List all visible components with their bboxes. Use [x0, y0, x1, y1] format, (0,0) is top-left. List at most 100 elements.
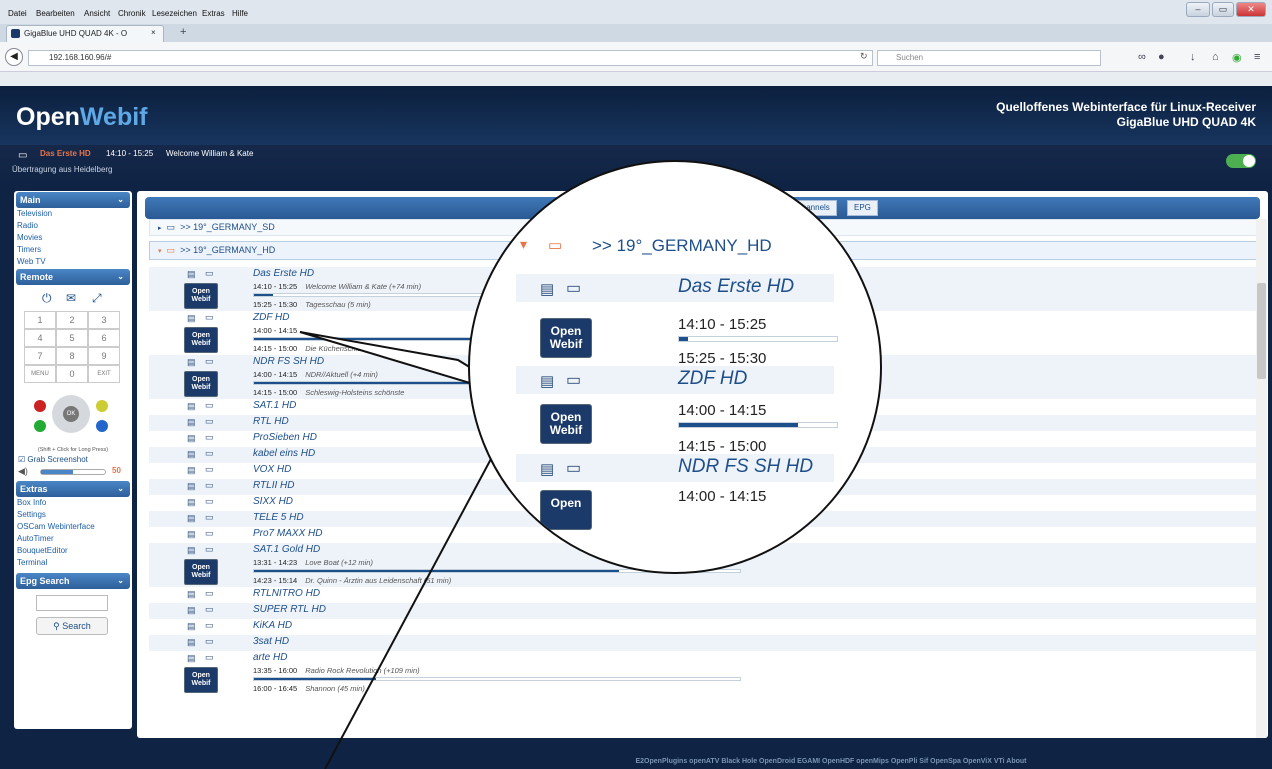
sidebar-item-timers[interactable]: Timers — [14, 244, 132, 256]
current-channel[interactable]: Das Erste HD — [40, 149, 91, 158]
epg-list-icon[interactable]: ▤ — [187, 433, 196, 444]
sidebar-item-radio[interactable]: Radio — [14, 220, 132, 232]
channel-logo[interactable]: Open Webif — [184, 559, 218, 585]
pocket-icon[interactable]: ● — [1158, 51, 1165, 63]
tv-icon[interactable]: ▭ — [205, 416, 214, 427]
epg-list-icon[interactable]: ▤ — [187, 545, 196, 556]
tv-icon[interactable]: ▭ — [205, 512, 214, 523]
epg-search-button[interactable]: ⚲ Search — [36, 617, 108, 635]
footer-links[interactable]: E2OpenPlugins openATV Black Hole OpenDro… — [0, 755, 1272, 769]
key-3[interactable]: 3 — [88, 311, 120, 329]
channel-name[interactable]: Das Erste HD — [253, 268, 314, 279]
key-4[interactable]: 4 — [24, 329, 56, 347]
sidebar-item-boxinfo[interactable]: Box Info — [14, 497, 132, 509]
channel-logo[interactable]: Open Webif — [184, 283, 218, 309]
menu-help[interactable]: Hilfe — [232, 9, 248, 18]
new-tab-icon[interactable]: + — [180, 26, 186, 38]
sidebar-item-webtv[interactable]: Web TV — [14, 256, 132, 268]
sidebar-item-bouqueteditor[interactable]: BouquetEditor — [14, 545, 132, 557]
epg-search-input[interactable] — [36, 595, 108, 611]
search-field[interactable]: Suchen — [877, 50, 1101, 66]
grab-screenshot[interactable]: ☑ Grab Screenshot — [14, 455, 132, 464]
tv-icon[interactable]: ▭ — [205, 480, 214, 491]
channel-name[interactable]: RTLII HD — [253, 480, 295, 491]
addon-icon[interactable]: ◉ — [1232, 51, 1242, 64]
expand-icon[interactable]: ⤢ — [92, 291, 102, 306]
channel-name[interactable]: KiKA HD — [253, 620, 292, 631]
download-icon[interactable]: ↓ — [1190, 51, 1196, 63]
key-8[interactable]: 8 — [56, 347, 88, 365]
channel-name[interactable]: arte HD — [253, 652, 287, 663]
tv-icon[interactable]: ▭ — [205, 464, 214, 475]
channel-logo[interactable]: Open Webif — [184, 327, 218, 353]
key-5[interactable]: 5 — [56, 329, 88, 347]
epg-list-icon[interactable]: ▤ — [187, 269, 196, 280]
key-exit[interactable]: EXIT — [88, 365, 120, 383]
key-2[interactable]: 2 — [56, 311, 88, 329]
mail-icon[interactable]: ✉ — [66, 291, 76, 305]
channel-name[interactable]: TELE 5 HD — [253, 512, 304, 523]
epg-list-icon[interactable]: ▤ — [540, 460, 554, 478]
tv-icon[interactable]: ▭ — [205, 652, 214, 663]
menu-file[interactable]: Datei — [8, 9, 27, 18]
key-1[interactable]: 1 — [24, 311, 56, 329]
tv-icon[interactable]: ▭ — [205, 312, 214, 323]
tv-icon[interactable]: ▭ — [205, 496, 214, 507]
sidebar-item-oscam[interactable]: OSCam Webinterface — [14, 521, 132, 533]
tv-icon[interactable]: ▭ — [205, 432, 214, 443]
tv-icon[interactable]: ▭ — [205, 356, 214, 367]
tv-icon[interactable]: ▭ — [566, 458, 581, 478]
channel-logo[interactable]: Open Webif — [540, 318, 592, 358]
epg-list-icon[interactable]: ▤ — [187, 621, 196, 632]
url-field[interactable]: 192.168.160.96/# — [28, 50, 873, 66]
epg-list-icon[interactable]: ▤ — [187, 357, 196, 368]
reload-icon[interactable]: ↻ — [860, 51, 868, 62]
tv-icon[interactable]: ▭ — [205, 268, 214, 279]
speaker-icon[interactable]: ◀) — [18, 466, 28, 477]
menu-extras[interactable]: Extras — [202, 9, 225, 18]
tv-icon[interactable]: ▭ — [205, 636, 214, 647]
sidebar-item-television[interactable]: Television — [14, 208, 132, 220]
epg-list-icon[interactable]: ▤ — [187, 481, 196, 492]
key-menu[interactable]: MENU — [24, 365, 56, 383]
epg-list-icon[interactable]: ▤ — [540, 372, 554, 390]
channel-name[interactable]: 3sat HD — [253, 636, 289, 647]
blue-button[interactable] — [96, 420, 108, 432]
channel-name[interactable]: RTL HD — [253, 416, 289, 427]
sidebar-extras-header[interactable]: Extras ⌄ — [16, 481, 130, 497]
checkbox-icon[interactable]: ☑ — [18, 455, 25, 464]
sidebar-item-terminal[interactable]: Terminal — [14, 557, 132, 569]
channel-logo[interactable]: Open — [540, 490, 592, 530]
mag-ch2[interactable]: ZDF HD — [678, 368, 747, 390]
epg-list-icon[interactable]: ▤ — [187, 637, 196, 648]
key-7[interactable]: 7 — [24, 347, 56, 365]
close-tab-icon[interactable]: × — [151, 28, 156, 37]
scrollbar-thumb[interactable] — [1257, 283, 1266, 379]
power-icon[interactable]: ⏻ — [42, 291, 52, 306]
maximize-button[interactable]: ▭ — [1212, 2, 1234, 17]
ok-button[interactable]: OK — [63, 406, 79, 422]
channel-name[interactable]: SUPER RTL HD — [253, 604, 326, 615]
epg-list-icon[interactable]: ▤ — [187, 417, 196, 428]
channel-name[interactable]: ZDF HD — [253, 312, 289, 323]
epg-list-icon[interactable]: ▤ — [187, 589, 196, 600]
theme-toggle[interactable] — [1226, 154, 1256, 168]
channel-name[interactable]: SAT.1 HD — [253, 400, 296, 411]
epg-list-icon[interactable]: ▤ — [187, 449, 196, 460]
key-9[interactable]: 9 — [88, 347, 120, 365]
menu-edit[interactable]: Bearbeiten — [36, 9, 75, 18]
volume-slider[interactable] — [40, 469, 106, 475]
tab-epg[interactable]: EPG — [847, 200, 878, 216]
key-0[interactable]: 0 — [56, 365, 88, 383]
tv-icon[interactable]: ▭ — [205, 620, 214, 631]
reader-icon[interactable]: ∞ — [1138, 51, 1146, 63]
channel-name[interactable]: SIXX HD — [253, 496, 293, 507]
channel-name[interactable]: ProSieben HD — [253, 432, 317, 443]
channel-name[interactable]: SAT.1 Gold HD — [253, 544, 320, 555]
sidebar-remote-header[interactable]: Remote ⌄ — [16, 269, 130, 285]
sidebar-epg-header[interactable]: Epg Search ⌄ — [16, 573, 130, 589]
channel-name[interactable]: RTLNITRO HD — [253, 588, 320, 599]
channel-logo[interactable]: Open Webif — [184, 371, 218, 397]
tv-icon[interactable]: ▭ — [205, 588, 214, 599]
epg-list-icon[interactable]: ▤ — [187, 465, 196, 476]
